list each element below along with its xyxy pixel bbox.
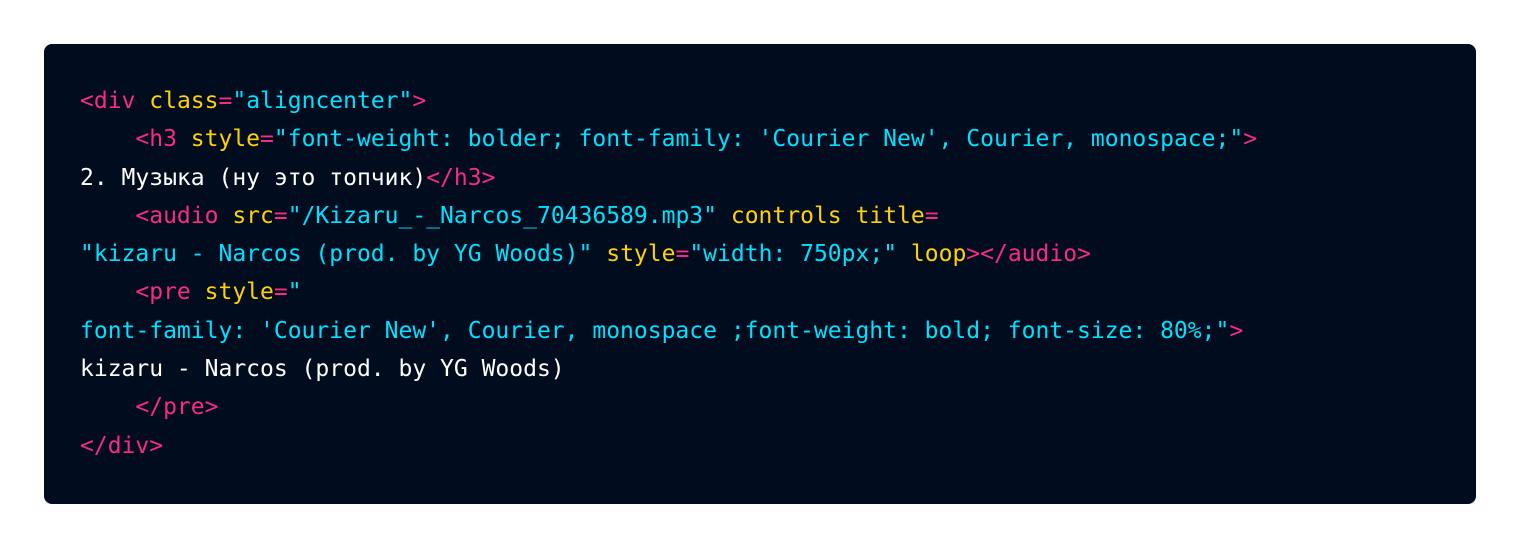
code-line: </pre> — [80, 388, 1257, 426]
code-token-tag: </div> — [80, 432, 164, 459]
code-token-tag: <pre — [80, 279, 205, 306]
code-token-attribute: src — [232, 202, 274, 229]
code-token-tag: = — [675, 241, 690, 268]
code-token-tag: = — [924, 202, 939, 229]
code-token-value: "aligncenter" — [232, 88, 413, 114]
code-token-tag: = — [273, 202, 288, 229]
code-line: 2. Музыка (ну это топчик)</h3> — [80, 159, 1257, 197]
code-token-value: " — [287, 279, 302, 306]
code-token-value: "kizaru - Narcos (prod. by YG Woods)" — [80, 241, 593, 268]
code-line: <div class="aligncenter"> — [80, 82, 1257, 120]
code-token-tag: = — [273, 279, 288, 306]
code-block: <div class="aligncenter"> <h3 style="fon… — [44, 44, 1476, 504]
code-line: "kizaru - Narcos (prod. by YG Woods)" st… — [80, 235, 1257, 273]
code-token-tag: > — [412, 88, 427, 114]
code-line: kizaru - Narcos (prod. by YG Woods) — [80, 350, 1257, 388]
code-token-tag: > — [1243, 126, 1258, 153]
code-line: <pre style=" — [80, 273, 1257, 311]
code-token-attribute: loop — [910, 241, 967, 268]
code-listing: <div class="aligncenter"> <h3 style="fon… — [80, 82, 1257, 465]
code-token-tag: = — [260, 126, 274, 153]
code-token-attribute: style — [190, 126, 261, 153]
code-token-attribute: class — [149, 88, 219, 114]
code-line: <audio src="/Kizaru_-_Narcos_70436589.mp… — [80, 197, 1257, 235]
code-token-value: "/Kizaru_-_Narcos_70436589.mp3" — [287, 202, 717, 229]
code-token-tag: <h3 — [80, 126, 191, 153]
code-token-text: kizaru - Narcos (prod. by YG Woods) — [80, 356, 565, 383]
code-line: font-family: 'Courier New', Courier, mon… — [80, 312, 1257, 350]
code-token-value: "width: 750px;" — [689, 241, 898, 268]
code-token-tag: ></audio> — [966, 241, 1091, 268]
code-token-tag: <audio — [80, 202, 233, 229]
code-line: <h3 style="font-weight: bolder; font-fam… — [80, 120, 1257, 158]
code-token-tag: </h3> — [426, 164, 496, 191]
code-token-tag: > — [1229, 317, 1244, 344]
code-token-attribute: title — [855, 202, 925, 229]
code-token-tag: <div — [80, 88, 150, 114]
code-token-attribute: style — [606, 241, 676, 268]
code-line: </div> — [80, 427, 1257, 465]
code-token-text: 2. Музыка (ну это топчик) — [80, 164, 427, 191]
code-token-value: "font-weight: bolder; font-family: 'Cour… — [273, 126, 1244, 153]
code-token-tag: </pre> — [80, 394, 219, 421]
code-token-attribute: style — [204, 279, 274, 306]
code-token-attribute: controls — [730, 202, 842, 229]
code-token-value: font-family: 'Courier New', Courier, mon… — [80, 317, 1230, 344]
code-token-tag: = — [218, 88, 233, 114]
